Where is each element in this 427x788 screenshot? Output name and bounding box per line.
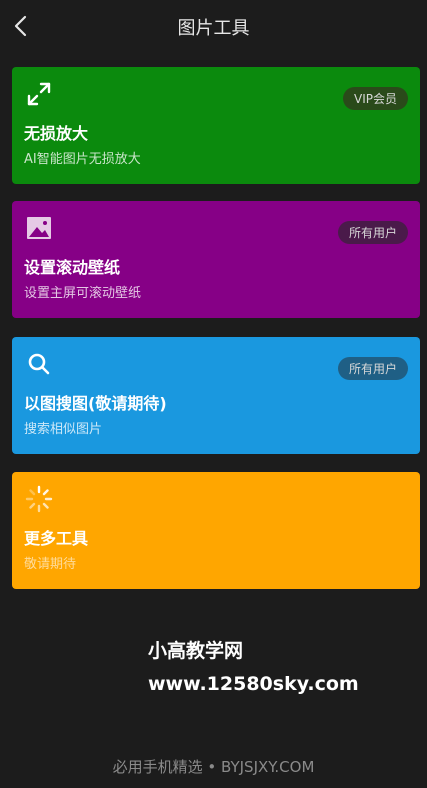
card-scrolling-wallpaper[interactable]: 所有用户 设置滚动壁纸 设置主屏可滚动壁纸	[12, 201, 420, 318]
card-title: 无损放大	[24, 124, 89, 143]
header: 图片工具	[0, 0, 427, 52]
card-lossless-upscale[interactable]: VIP会员 无损放大 AI智能图片无损放大	[12, 67, 420, 184]
card-title: 设置滚动壁纸	[24, 258, 121, 277]
image-icon	[24, 213, 54, 243]
search-icon	[24, 349, 54, 379]
footer-text: 必用手机精选 • BYJSJXY.COM	[112, 758, 315, 776]
watermark-title: 小高教学网	[148, 640, 244, 662]
page-title: 图片工具	[177, 18, 250, 39]
loading-icon	[24, 484, 54, 514]
card-subtitle: AI智能图片无损放大	[24, 152, 141, 167]
watermark-url: www.12580sky.com	[148, 673, 359, 695]
card-subtitle: 敬请期待	[24, 557, 77, 572]
all-users-badge: 所有用户	[337, 357, 408, 380]
card-title: 以图搜图(敬请期待)	[24, 394, 167, 413]
vip-badge: VIP会员	[343, 87, 408, 110]
expand-icon	[24, 79, 54, 109]
all-users-badge: 所有用户	[337, 221, 408, 244]
card-subtitle: 设置主屏可滚动壁纸	[24, 286, 142, 301]
card-title: 更多工具	[24, 529, 89, 548]
card-more-tools[interactable]: 更多工具 敬请期待	[12, 472, 420, 589]
card-subtitle: 搜索相似图片	[24, 422, 103, 437]
card-reverse-image-search[interactable]: 所有用户 以图搜图(敬请期待) 搜索相似图片	[12, 337, 420, 454]
